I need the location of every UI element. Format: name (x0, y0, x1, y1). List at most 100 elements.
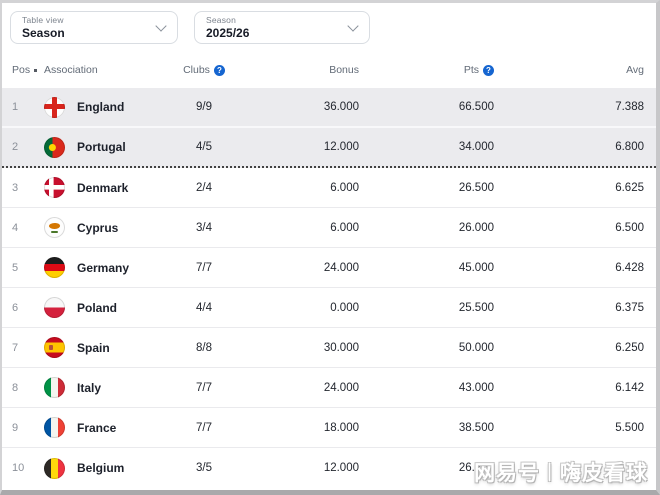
pos-cell: 9 (12, 422, 44, 434)
spain-flag-icon (44, 337, 65, 358)
association-cell: Belgium (44, 458, 174, 479)
avg-cell: 5.500 (494, 422, 644, 434)
header-clubs-label: Clubs (183, 64, 210, 76)
clubs-cell: 2/4 (174, 182, 234, 194)
header-association[interactable]: Association (44, 64, 174, 76)
pts-cell: 38.500 (359, 422, 494, 434)
association-name: Denmark (77, 181, 128, 195)
association-cell: Spain (44, 337, 174, 358)
header-pos[interactable]: Pos (12, 64, 44, 76)
season-label: Season (206, 15, 339, 26)
belgium-flag-icon (44, 458, 65, 479)
table-body: 1 England 9/9 36.000 66.500 7.388 2 Port… (2, 88, 656, 488)
association-name: Poland (77, 301, 117, 315)
header-clubs[interactable]: Clubs ? (174, 64, 234, 76)
pts-help-icon[interactable]: ? (483, 65, 494, 76)
bonus-cell: 6.000 (234, 182, 359, 194)
pos-cell: 1 (12, 101, 44, 113)
avg-cell: 6.500 (494, 222, 644, 234)
association-name: France (77, 421, 116, 435)
avg-cell: 6.800 (494, 141, 644, 153)
table-view-label: Table view (22, 15, 147, 26)
table-row[interactable]: 2 Portugal 4/5 12.000 34.000 6.800 (2, 128, 656, 168)
table-header: Pos Association Clubs ? Bonus Pts ? Avg (2, 59, 656, 81)
clubs-cell: 7/7 (174, 382, 234, 394)
association-cell: Denmark (44, 177, 174, 198)
chevron-down-icon (347, 20, 358, 31)
association-name: Cyprus (77, 221, 118, 235)
table-row[interactable]: 1 England 9/9 36.000 66.500 7.388 (2, 88, 656, 128)
bonus-cell: 30.000 (234, 342, 359, 354)
pts-cell: 43.000 (359, 382, 494, 394)
bonus-cell: 12.000 (234, 141, 359, 153)
association-name: Italy (77, 381, 101, 395)
association-cell: Italy (44, 377, 174, 398)
avg-cell: 6.625 (494, 182, 644, 194)
header-pts-label: Pts (464, 64, 479, 76)
clubs-cell: 3/4 (174, 222, 234, 234)
season-dropdown[interactable]: Season 2025/26 (194, 11, 370, 44)
pos-cell: 5 (12, 262, 44, 274)
bonus-cell: 6.000 (234, 222, 359, 234)
rankings-page: Table view Season Season 2025/26 Pos Ass… (0, 0, 660, 495)
header-pos-label: Pos (12, 64, 30, 76)
pos-cell: 4 (12, 222, 44, 234)
table-row[interactable]: 10 Belgium 3/5 12.000 26.500 (2, 448, 656, 488)
pts-cell: 45.000 (359, 262, 494, 274)
table-row[interactable]: 6 Poland 4/4 0.000 25.500 6.375 (2, 288, 656, 328)
bonus-cell: 18.000 (234, 422, 359, 434)
germany-flag-icon (44, 257, 65, 278)
clubs-cell: 8/8 (174, 342, 234, 354)
table-row[interactable]: 7 Spain 8/8 30.000 50.000 6.250 (2, 328, 656, 368)
association-name: Belgium (77, 461, 124, 475)
pos-cell: 7 (12, 342, 44, 354)
table-row[interactable]: 8 Italy 7/7 24.000 43.000 6.142 (2, 368, 656, 408)
poland-flag-icon (44, 297, 65, 318)
avg-cell: 6.428 (494, 262, 644, 274)
portugal-flag-icon (44, 137, 65, 158)
france-flag-icon (44, 417, 65, 438)
clubs-cell: 7/7 (174, 422, 234, 434)
table-row[interactable]: 5 Germany 7/7 24.000 45.000 6.428 (2, 248, 656, 288)
clubs-cell: 7/7 (174, 262, 234, 274)
header-bonus-label: Bonus (329, 64, 359, 76)
avg-cell: 6.375 (494, 302, 644, 314)
table-view-dropdown[interactable]: Table view Season (10, 11, 178, 44)
pos-cell: 8 (12, 382, 44, 394)
header-avg-label: Avg (626, 64, 644, 76)
header-bonus[interactable]: Bonus (234, 64, 359, 76)
pts-cell: 26.000 (359, 222, 494, 234)
clubs-cell: 4/5 (174, 141, 234, 153)
clubs-cell: 4/4 (174, 302, 234, 314)
table-row[interactable]: 4 Cyprus 3/4 6.000 26.000 6.500 (2, 208, 656, 248)
avg-cell: 6.250 (494, 342, 644, 354)
table-row[interactable]: 3 Denmark 2/4 6.000 26.500 6.625 (2, 168, 656, 208)
association-cell: Portugal (44, 137, 174, 158)
bonus-cell: 12.000 (234, 462, 359, 474)
clubs-cell: 3/5 (174, 462, 234, 474)
pos-cell: 2 (12, 141, 44, 153)
season-value: 2025/26 (206, 26, 339, 40)
association-cell: France (44, 417, 174, 438)
bonus-cell: 36.000 (234, 101, 359, 113)
denmark-flag-icon (44, 177, 65, 198)
association-name: England (77, 100, 124, 114)
sort-indicator-icon (34, 69, 37, 72)
table-view-value: Season (22, 26, 147, 40)
pts-cell: 66.500 (359, 101, 494, 113)
association-name: Portugal (77, 140, 126, 154)
clubs-help-icon[interactable]: ? (214, 65, 225, 76)
bonus-cell: 24.000 (234, 382, 359, 394)
association-cell: England (44, 97, 174, 118)
pts-cell: 25.500 (359, 302, 494, 314)
association-cell: Germany (44, 257, 174, 278)
england-flag-icon (44, 97, 65, 118)
pts-cell: 26.500 (359, 182, 494, 194)
header-avg[interactable]: Avg (494, 64, 644, 76)
pts-cell: 34.000 (359, 141, 494, 153)
italy-flag-icon (44, 377, 65, 398)
avg-cell: 7.388 (494, 101, 644, 113)
pos-cell: 3 (12, 182, 44, 194)
header-pts[interactable]: Pts ? (359, 64, 494, 76)
table-row[interactable]: 9 France 7/7 18.000 38.500 5.500 (2, 408, 656, 448)
